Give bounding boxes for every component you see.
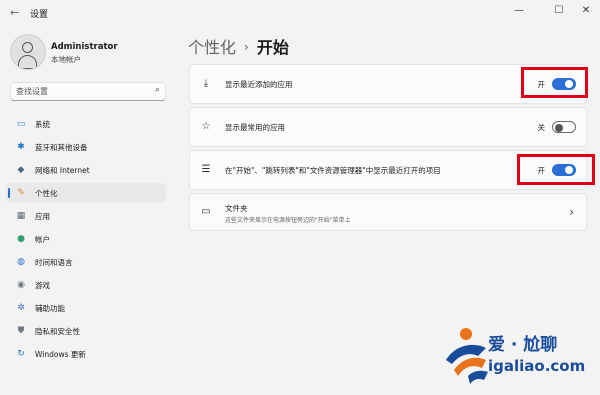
sidebar-item-label: 游戏 xyxy=(35,281,50,290)
download-icon: ⤓ xyxy=(203,78,209,89)
setting-label: 在"开始"、"跳转列表"和"文件资源管理器"中显示最近打开的项目 xyxy=(225,166,441,175)
user-name: Administrator xyxy=(51,42,118,52)
star-icon: ☆ xyxy=(201,121,211,132)
sidebar-item-label: 辅助功能 xyxy=(35,304,65,313)
setting-description: 这些文件夹显示在电源按钮旁边的"开始"菜单上 xyxy=(225,217,351,224)
avatar xyxy=(10,34,46,70)
back-arrow-icon[interactable]: ← xyxy=(10,6,19,19)
apps-icon: ▦ xyxy=(16,211,26,221)
sidebar-item[interactable]: ● 帐户 xyxy=(6,229,166,249)
search-placeholder: 查找设置 xyxy=(16,87,48,96)
wifi-icon: ◆ xyxy=(17,165,25,175)
sidebar-item[interactable]: ✱ 蓝牙和其他设备 xyxy=(6,137,166,157)
close-button[interactable]: ✕ xyxy=(575,3,597,19)
page-title: 开始 xyxy=(256,38,289,57)
sidebar-item[interactable]: ✲ 辅助功能 xyxy=(6,298,166,318)
setting-label: 文件夹 xyxy=(225,204,248,213)
monitor-icon: ▭ xyxy=(16,119,26,129)
sidebar-item-label: 时间和语言 xyxy=(35,258,73,267)
breadcrumb-separator: › xyxy=(244,40,249,54)
folder-icon: ▭ xyxy=(201,206,211,217)
toggle-state-text: 关 xyxy=(537,123,546,132)
accessibility-icon: ✲ xyxy=(17,303,25,313)
setting-label: 显示最近添加的应用 xyxy=(225,80,293,89)
sidebar-item-label: 帐户 xyxy=(35,235,50,244)
sidebar-nav: ▭ 系统 ✱ 蓝牙和其他设备 ◆ 网络和 Internet ✎ 个性化 ▦ 应用 ● 帐户 ◍ 时间和语言… xyxy=(6,114,166,367)
bluetooth-icon: ✱ xyxy=(17,142,25,152)
title-bar: ← 设置 — ☐ ✕ xyxy=(0,0,600,22)
watermark-url: igaliao.com xyxy=(488,357,586,375)
sidebar-item[interactable]: ◍ 时间和语言 xyxy=(6,252,166,272)
gamepad-icon: ◉ xyxy=(17,280,25,290)
sidebar-item[interactable]: ↻ Windows 更新 xyxy=(6,344,166,364)
search-input[interactable]: 查找设置 ⌕ xyxy=(10,82,166,101)
sidebar-item[interactable]: ▭ 系统 xyxy=(6,114,166,134)
minimize-button[interactable]: — xyxy=(508,3,530,19)
search-icon: ⌕ xyxy=(154,85,160,95)
shield-icon: ⛊ xyxy=(17,326,25,336)
list-icon: ☰ xyxy=(201,164,211,175)
setting-label: 显示最常用的应用 xyxy=(225,123,285,132)
update-icon: ↻ xyxy=(17,349,25,359)
breadcrumb: 个性化 › 开始 xyxy=(188,34,289,58)
sidebar-item-label: 蓝牙和其他设备 xyxy=(35,143,88,152)
chevron-right-icon: › xyxy=(569,205,574,219)
watermark-brand: 爱 · 尬聊 xyxy=(488,335,558,355)
sidebar-item-label: 网络和 Internet xyxy=(35,166,90,175)
window-title: 设置 xyxy=(30,10,49,20)
setting-folders[interactable]: ▭ 文件夹 这些文件夹显示在电源按钮旁边的"开始"菜单上 › xyxy=(189,193,587,231)
highlight-box xyxy=(521,67,588,98)
most-used-apps-toggle[interactable] xyxy=(552,121,576,133)
active-indicator xyxy=(8,188,10,198)
sidebar-item[interactable]: ✎ 个性化 xyxy=(6,183,166,203)
maximize-button[interactable]: ☐ xyxy=(548,3,570,19)
globe-icon: ◍ xyxy=(17,257,25,267)
person-icon: ● xyxy=(17,234,25,244)
sidebar-item-label: 系统 xyxy=(35,120,50,129)
sidebar-item-label: 应用 xyxy=(35,212,50,221)
sidebar: Administrator 本地帐户 查找设置 ⌕ ▭ 系统 ✱ 蓝牙和其他设备 ◆ 网络… xyxy=(0,22,180,395)
sidebar-item-label: Windows 更新 xyxy=(35,350,86,359)
sidebar-item[interactable]: ▦ 应用 xyxy=(6,206,166,226)
sidebar-item[interactable]: ◆ 网络和 Internet xyxy=(6,160,166,180)
sidebar-item[interactable]: ⛊ 隐私和安全性 xyxy=(6,321,166,341)
sidebar-item-label: 隐私和安全性 xyxy=(35,327,80,336)
user-account-type: 本地帐户 xyxy=(51,55,81,64)
breadcrumb-parent[interactable]: 个性化 xyxy=(188,38,236,57)
setting-most-used-apps: ☆ 显示最常用的应用 关 xyxy=(189,107,587,147)
watermark-logo: 爱 · 尬聊 igaliao.com xyxy=(438,326,588,388)
sidebar-item-label: 个性化 xyxy=(35,189,58,198)
highlight-box xyxy=(517,154,595,185)
brush-icon: ✎ xyxy=(17,188,25,198)
sidebar-item[interactable]: ◉ 游戏 xyxy=(6,275,166,295)
